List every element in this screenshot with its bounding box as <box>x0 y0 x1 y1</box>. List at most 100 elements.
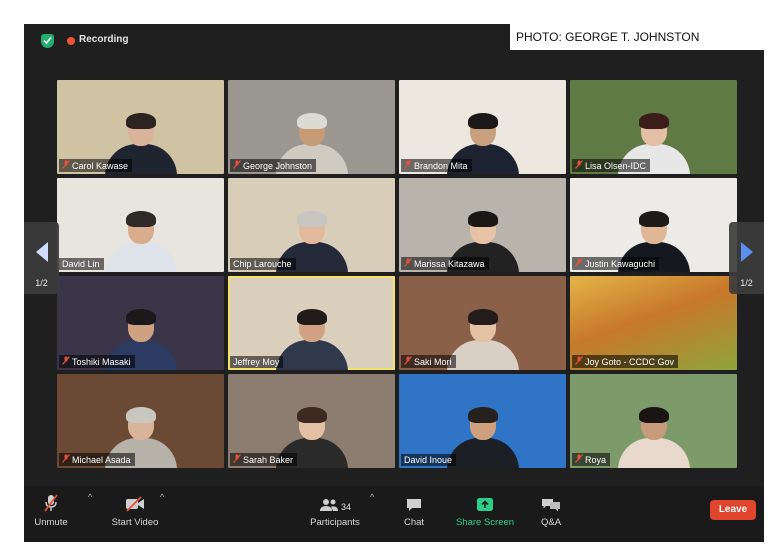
share-screen-button[interactable]: Share Screen <box>450 494 520 528</box>
participant-video-tile[interactable]: Carol Kawase <box>57 80 224 174</box>
participant-video-tile[interactable]: Michael Asada <box>57 374 224 468</box>
participant-name-text: Michael Asada <box>72 454 131 465</box>
participant-name-text: Toshiki Masaki <box>72 356 131 367</box>
participant-count: 34 <box>340 502 351 512</box>
muted-microphone-icon <box>404 160 412 171</box>
participant-name-label: Roya <box>572 453 611 466</box>
participants-label: Participants <box>310 517 360 528</box>
participant-video-tile[interactable]: George Johnston <box>228 80 395 174</box>
participant-name-text: Saki Mori <box>414 356 452 367</box>
participant-video-feed <box>104 211 177 272</box>
participant-name-label: Toshiki Masaki <box>59 355 135 368</box>
qa-bubbles-icon <box>542 499 560 512</box>
participants-options-chevron-icon[interactable]: ^ <box>370 492 374 502</box>
participant-video-feed <box>446 309 519 370</box>
meeting-controls-bar: Unmute ^ Start Video ^ 34 Participants ^… <box>24 486 764 542</box>
photo-frame: Recording Carol Kawase George Johnston Bra… <box>0 0 769 556</box>
zoom-meeting-window: Recording Carol Kawase George Johnston Bra… <box>24 24 764 542</box>
recording-dot-icon <box>67 37 75 45</box>
participant-video-feed <box>275 309 348 370</box>
muted-microphone-icon <box>62 160 70 171</box>
participant-name-text: Lisa Olsen-IDC <box>585 160 647 171</box>
chat-bubble-icon <box>407 499 421 511</box>
participant-video-tile[interactable]: David Inoue <box>399 374 566 468</box>
muted-microphone-icon <box>404 356 412 367</box>
muted-microphone-icon <box>575 356 583 367</box>
muted-microphone-icon <box>575 454 583 465</box>
participant-video-tile[interactable]: Brandon Mita <box>399 80 566 174</box>
participant-name-label: Marissa Kitazawa <box>401 257 489 270</box>
participants-button[interactable]: 34 Participants <box>300 494 370 528</box>
unmute-button[interactable]: Unmute <box>24 494 86 528</box>
photo-credit: PHOTO: GEORGE T. JOHNSTON <box>510 24 765 50</box>
participant-name-text: Carol Kawase <box>72 160 129 171</box>
video-camera-off-icon <box>126 496 144 512</box>
participant-name-text: Brandon Mita <box>414 160 468 171</box>
participant-name-label: David Lin <box>59 258 104 270</box>
participant-video-tile[interactable]: Roya <box>570 374 737 468</box>
chat-label: Chat <box>403 517 425 528</box>
share-screen-label: Share Screen <box>455 517 515 528</box>
participant-video-feed <box>446 407 519 468</box>
participant-name-label: Justin Kawaguchi <box>572 257 660 270</box>
video-options-chevron-icon[interactable]: ^ <box>160 492 164 502</box>
chat-button[interactable]: Chat <box>379 494 449 528</box>
chevron-right-icon <box>741 242 753 262</box>
microphone-muted-icon <box>44 494 58 512</box>
participant-video-tile[interactable]: Lisa Olsen-IDC <box>570 80 737 174</box>
participants-icon <box>319 499 338 511</box>
participant-name-text: Roya <box>585 454 607 465</box>
qa-label: Q&A <box>540 517 562 528</box>
participant-video-tile[interactable]: Sarah Baker <box>228 374 395 468</box>
participant-name-text: Marissa Kitazawa <box>414 258 485 269</box>
previous-page-button[interactable]: 1/2 <box>24 222 59 294</box>
participant-video-tile[interactable]: Justin Kawaguchi <box>570 178 737 272</box>
leave-meeting-button[interactable]: Leave <box>710 500 756 520</box>
participant-name-text: Jeffrey Moy <box>233 357 280 367</box>
video-gallery-grid: Carol Kawase George Johnston Brandon Mita L… <box>57 80 737 472</box>
page-indicator-right: 1/2 <box>740 278 753 288</box>
participant-name-label: Lisa Olsen-IDC <box>572 159 651 172</box>
security-shield-icon[interactable] <box>41 34 54 48</box>
participant-video-tile[interactable]: Jeffrey Moy <box>228 276 395 370</box>
recording-label: Recording <box>79 34 129 45</box>
participant-name-label: Brandon Mita <box>401 159 472 172</box>
muted-microphone-icon <box>233 454 241 465</box>
participant-name-label: Joy Goto - CCDC Gov <box>572 355 679 368</box>
qa-button[interactable]: Q&A <box>516 494 586 528</box>
participant-name-text: Justin Kawaguchi <box>585 258 656 269</box>
participant-name-label: Jeffrey Moy <box>230 356 284 368</box>
participant-video-tile[interactable]: Marissa Kitazawa <box>399 178 566 272</box>
next-page-button[interactable]: 1/2 <box>729 222 764 294</box>
participant-video-tile[interactable]: Toshiki Masaki <box>57 276 224 370</box>
participant-name-label: Saki Mori <box>401 355 456 368</box>
muted-microphone-icon <box>575 160 583 171</box>
participant-name-label: Carol Kawase <box>59 159 133 172</box>
muted-microphone-icon <box>575 258 583 269</box>
participant-name-text: David Lin <box>62 259 100 269</box>
participant-video-feed <box>617 407 690 468</box>
share-screen-icon <box>477 498 493 511</box>
participant-name-text: Sarah Baker <box>243 454 294 465</box>
participant-video-tile[interactable]: Saki Mori <box>399 276 566 370</box>
start-video-label: Start Video <box>111 517 159 528</box>
chevron-left-icon <box>36 242 48 262</box>
participant-name-text: George Johnston <box>243 160 313 171</box>
participant-name-text: Joy Goto - CCDC Gov <box>585 356 675 367</box>
participant-name-label: Michael Asada <box>59 453 135 466</box>
participant-name-label: George Johnston <box>230 159 317 172</box>
participant-name-text: David Inoue <box>404 455 453 465</box>
muted-microphone-icon <box>233 160 241 171</box>
muted-microphone-icon <box>404 258 412 269</box>
participant-video-tile[interactable]: Chip Larouche <box>228 178 395 272</box>
participant-name-label: Chip Larouche <box>230 258 296 270</box>
participant-name-text: Chip Larouche <box>233 259 292 269</box>
page-indicator-left: 1/2 <box>35 278 48 288</box>
muted-microphone-icon <box>62 356 70 367</box>
participant-video-tile[interactable]: David Lin <box>57 178 224 272</box>
participant-name-label: David Inoue <box>401 454 457 466</box>
participant-video-tile[interactable]: Joy Goto - CCDC Gov <box>570 276 737 370</box>
unmute-label: Unmute <box>34 517 68 528</box>
audio-options-chevron-icon[interactable]: ^ <box>88 492 92 502</box>
participant-name-label: Sarah Baker <box>230 453 298 466</box>
